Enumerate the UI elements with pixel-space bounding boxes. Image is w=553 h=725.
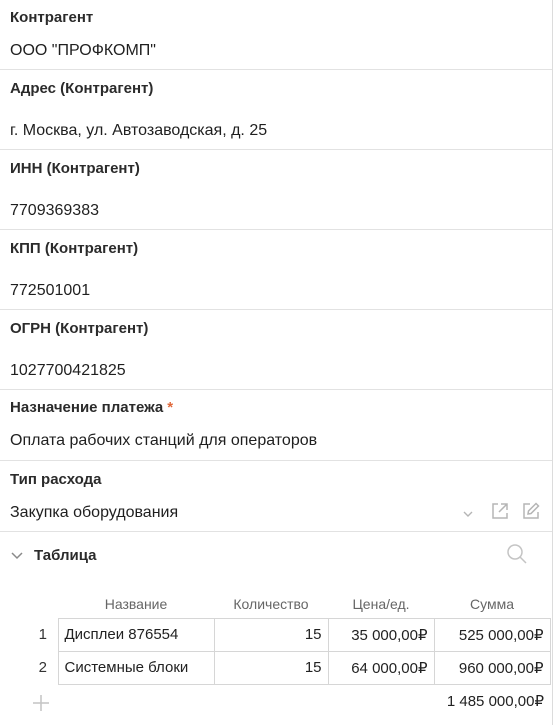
required-mark: * (167, 399, 174, 416)
cell-price[interactable]: 64 000,00₽ (327, 650, 435, 685)
items-table: Название Количество Цена/ед. Сумма 1 Дис… (28, 590, 551, 685)
edit-icon[interactable] (521, 501, 541, 526)
table-total: 1 485 000,00₽ (446, 693, 544, 710)
field-payment-purpose: Назначение платежа * Оплата рабочих станц… (0, 390, 552, 461)
search-icon[interactable] (506, 543, 528, 570)
cell-quantity[interactable]: 15 (213, 617, 329, 652)
field-label: ИНН (Контрагент) (10, 160, 140, 177)
field-label: Назначение платежа * (10, 399, 173, 416)
field-label: Контрагент (10, 9, 94, 26)
cell-name[interactable]: Системные блоки (57, 650, 215, 685)
field-label: Тип расхода (10, 471, 102, 488)
cell-quantity[interactable]: 15 (213, 650, 329, 685)
field-value[interactable]: 7709369383 (10, 202, 99, 220)
field-value[interactable]: Оплата рабочих станций для операторов (10, 432, 317, 450)
cell-sum[interactable]: 525 000,00₽ (433, 617, 551, 652)
field-value[interactable]: г. Москва, ул. Автозаводская, д. 25 (10, 122, 267, 140)
table-row[interactable]: 1 Дисплеи 876554 15 35 000,00₽ 525 000,0… (28, 617, 551, 652)
column-header-quantity[interactable]: Количество (214, 590, 328, 618)
cell-price[interactable]: 35 000,00₽ (327, 617, 435, 652)
field-address: Адрес (Контрагент) г. Москва, ул. Автоза… (0, 70, 552, 150)
form-panel: Контрагент ООО "ПРОФКОМП" Адрес (Контраг… (0, 0, 553, 725)
field-inn: ИНН (Контрагент) 7709369383 (0, 150, 552, 230)
field-label: КПП (Контрагент) (10, 240, 139, 257)
cell-sum[interactable]: 960 000,00₽ (433, 650, 551, 685)
field-counterparty: Контрагент ООО "ПРОФКОМП" (0, 0, 552, 70)
field-kpp: КПП (Контрагент) 772501001 (0, 230, 552, 310)
field-label: ОГРН (Контрагент) (10, 320, 149, 337)
table-row[interactable]: 2 Системные блоки 15 64 000,00₽ 960 000,… (28, 650, 551, 685)
field-value[interactable]: 772501001 (10, 282, 90, 300)
column-header-price[interactable]: Цена/ед. (328, 590, 434, 618)
row-number-header (28, 590, 58, 618)
cell-name[interactable]: Дисплеи 876554 (57, 617, 215, 652)
field-value[interactable]: 1027700421825 (10, 362, 126, 380)
row-number: 1 (38, 626, 47, 643)
table-header-row: Название Количество Цена/ед. Сумма (28, 590, 550, 618)
field-expense-type: Тип расхода Закупка оборудования (0, 461, 552, 532)
field-label-text: Назначение платежа (10, 399, 164, 416)
section-title: Таблица (34, 547, 97, 564)
field-ogrn: ОГРН (Контрагент) 1027700421825 (0, 310, 552, 390)
field-value[interactable]: Закупка оборудования (10, 504, 178, 522)
field-label: Адрес (Контрагент) (10, 80, 154, 97)
open-external-icon[interactable] (490, 501, 510, 526)
chevron-down-icon[interactable] (462, 507, 474, 525)
row-number: 2 (38, 659, 47, 676)
field-value[interactable]: ООО "ПРОФКОМП" (10, 42, 156, 60)
chevron-down-icon[interactable] (10, 549, 24, 567)
column-header-sum[interactable]: Сумма (434, 590, 550, 618)
add-icon[interactable] (32, 694, 50, 717)
column-header-name[interactable]: Название (58, 590, 214, 618)
